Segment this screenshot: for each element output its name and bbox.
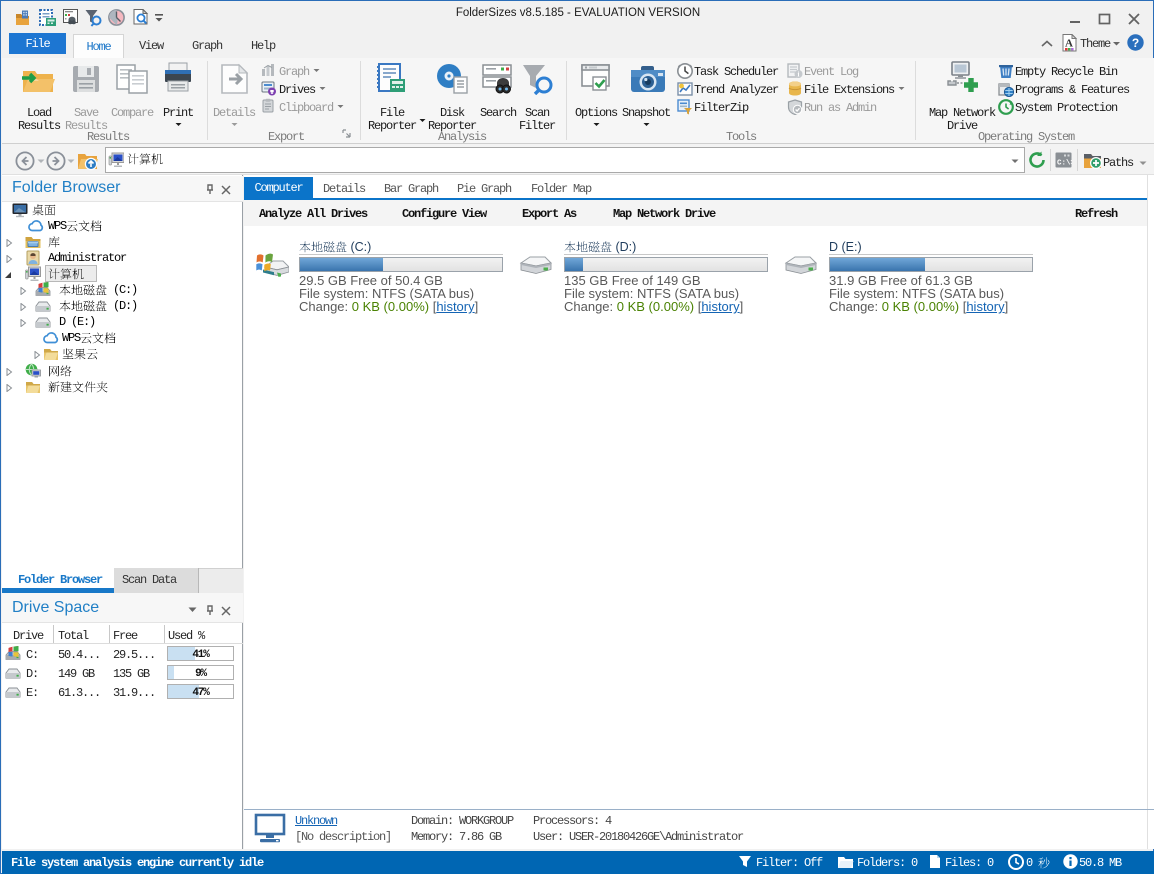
svg-text:i: i [798,71,800,79]
svg-text:C:\>: C:\> [1057,160,1072,168]
svg-text:?: ? [1132,36,1139,50]
svg-text:A: A [1065,38,1073,50]
